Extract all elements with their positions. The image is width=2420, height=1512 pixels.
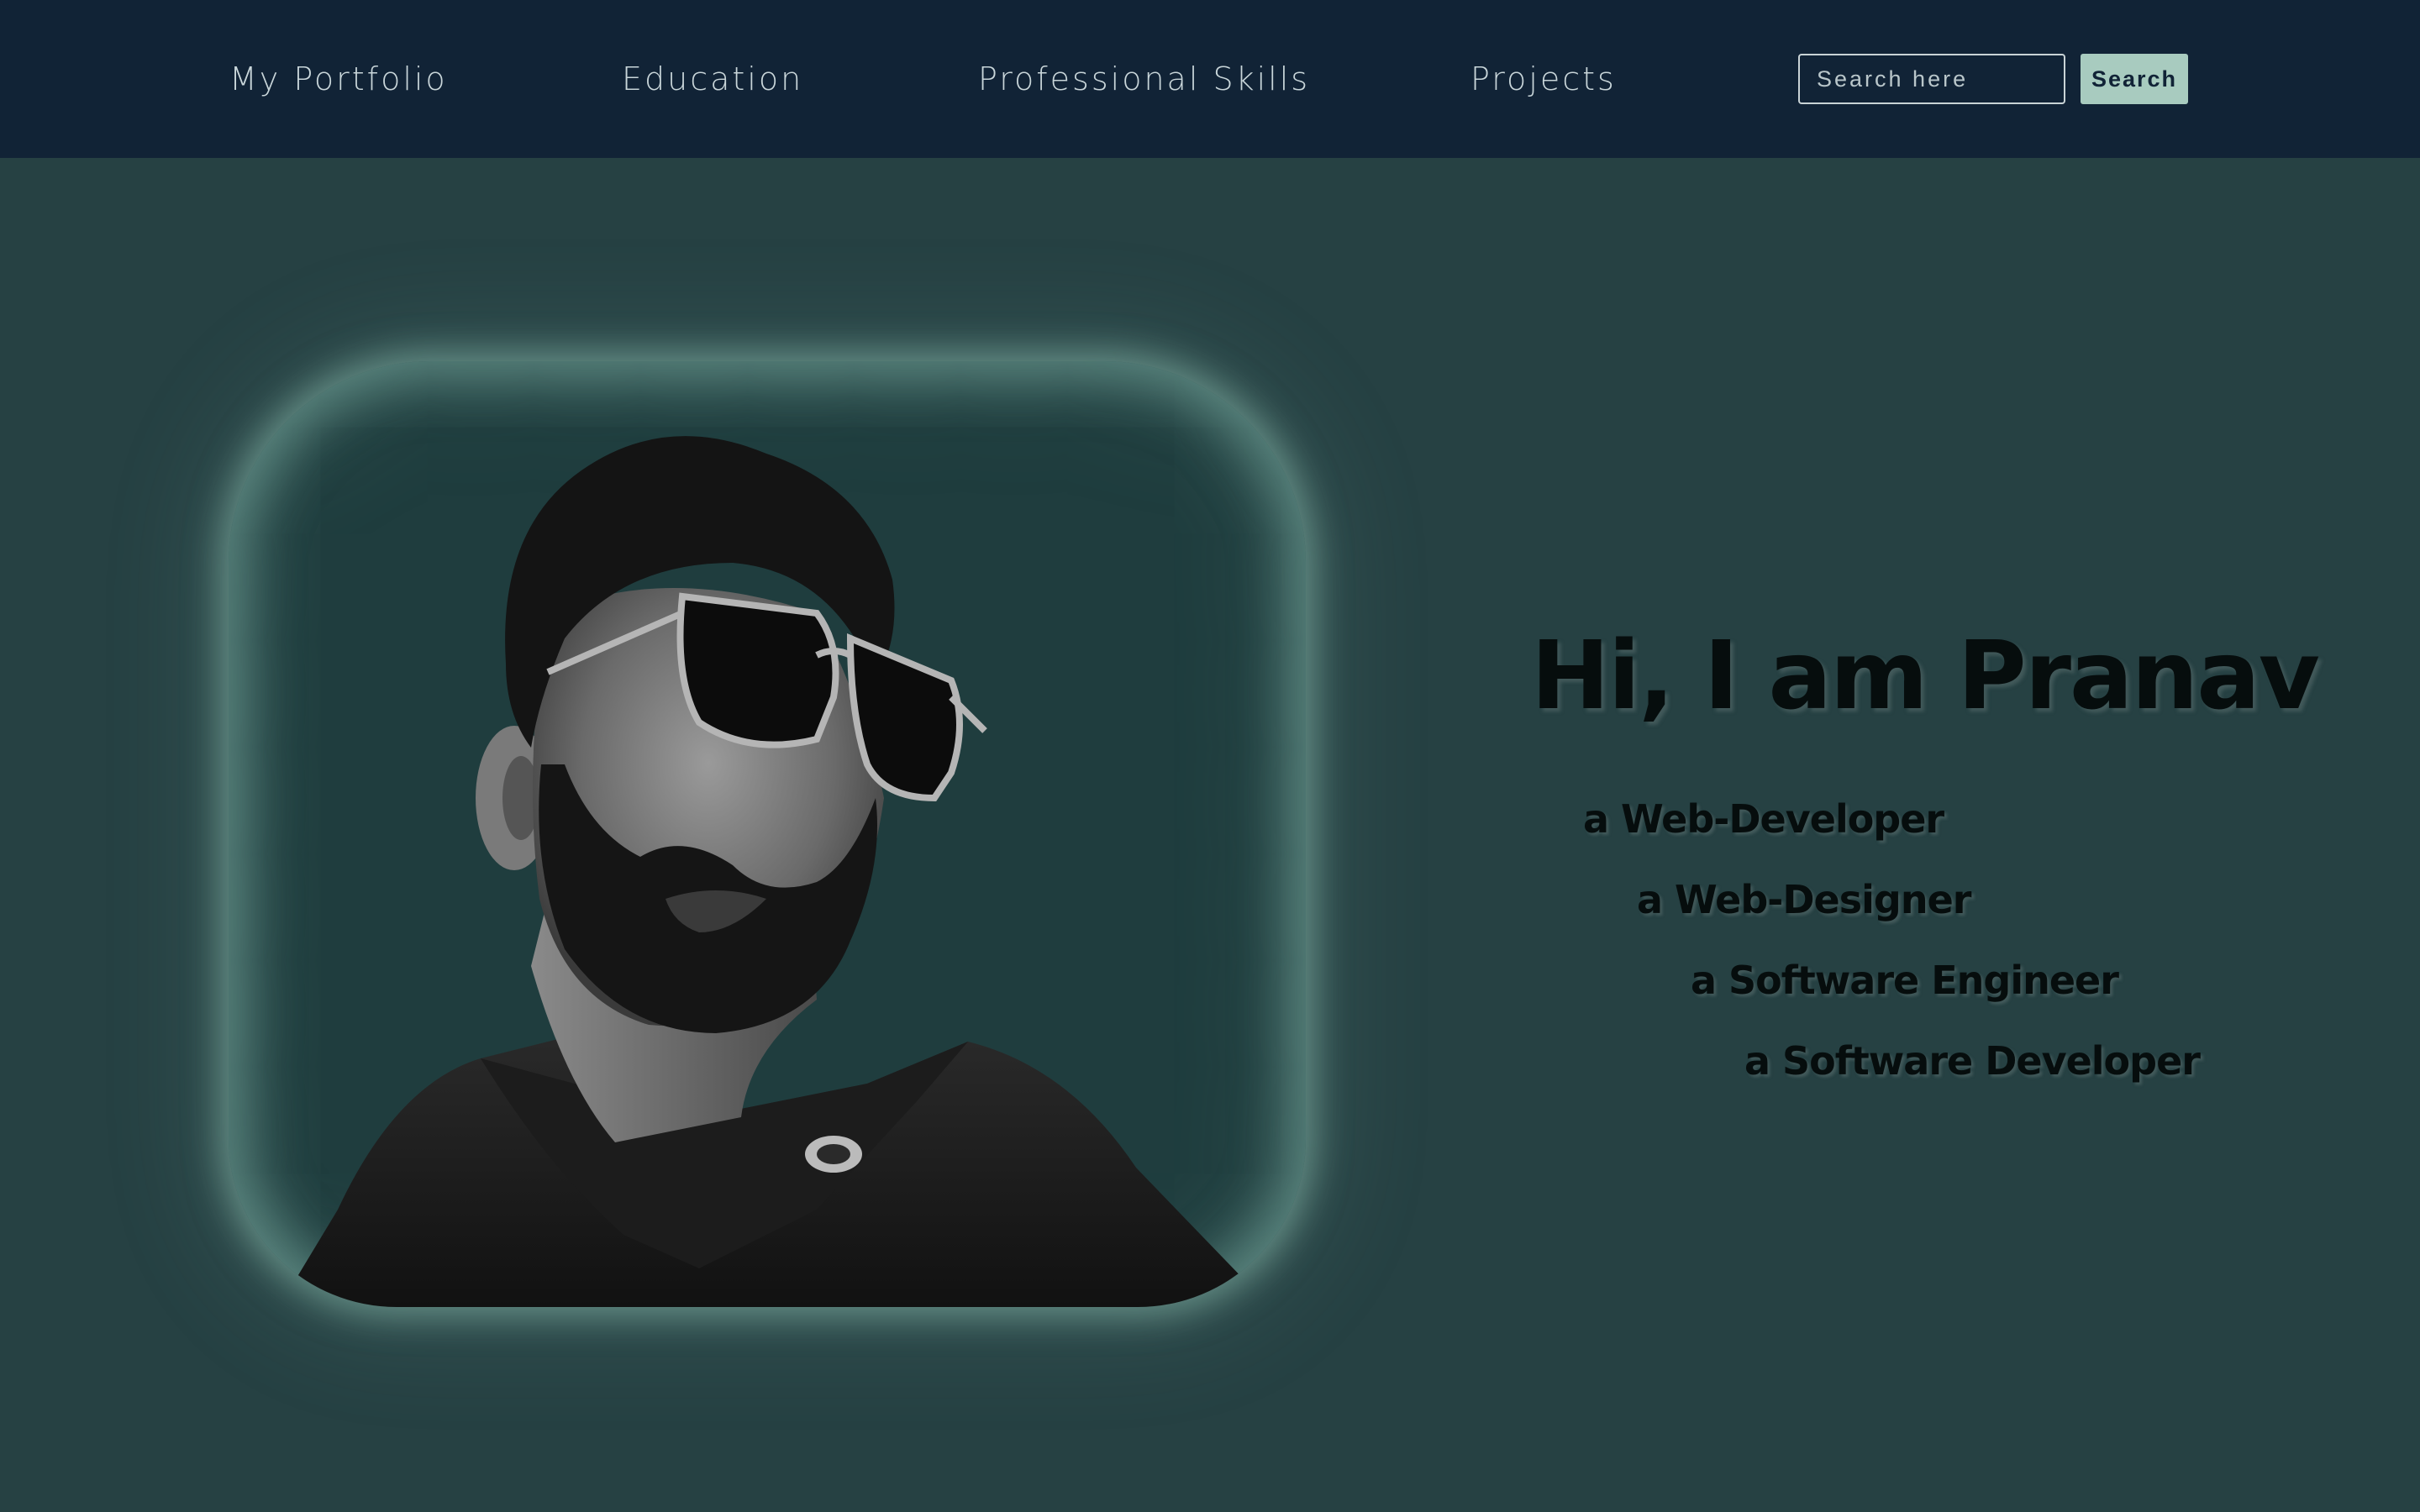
nav-link-education[interactable]: Education xyxy=(622,54,803,104)
role-text: a Software Engineer xyxy=(1691,958,2119,1003)
portrait-frame xyxy=(229,361,1306,1307)
portrait-image xyxy=(279,436,1270,1307)
search-input[interactable] xyxy=(1798,54,2065,104)
nav-link-my-portfolio[interactable]: My Portfolio xyxy=(229,54,448,104)
navbar: My Portfolio Education Professional Skil… xyxy=(0,0,2420,158)
role-text: a Software Developer xyxy=(1744,1038,2201,1084)
search-button[interactable]: Search xyxy=(2081,54,2188,104)
nav-link-professional-skills[interactable]: Professional Skills xyxy=(978,54,1310,104)
role-text: a Web-Designer xyxy=(1637,877,1971,922)
role-text: a Web-Developer xyxy=(1583,796,1944,842)
nav-link-projects[interactable]: Projects xyxy=(1470,54,1617,104)
hero-title: Hi, I am Pranav xyxy=(1531,622,2320,731)
